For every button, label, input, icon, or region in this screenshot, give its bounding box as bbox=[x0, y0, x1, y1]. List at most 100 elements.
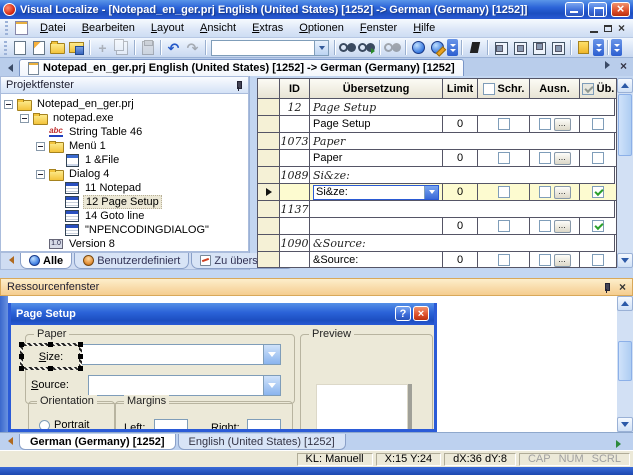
align-bottom-icon[interactable] bbox=[548, 39, 567, 56]
row-selector[interactable] bbox=[258, 252, 280, 268]
schr-checkbox[interactable] bbox=[498, 118, 510, 130]
tab-benutzerdefiniert[interactable]: Benutzerdefiniert bbox=[74, 253, 189, 269]
dialog-close-button[interactable]: × bbox=[413, 306, 429, 321]
tab-scroll-left-button[interactable] bbox=[4, 61, 17, 74]
tree-expander-icon[interactable] bbox=[36, 142, 45, 151]
row-selector[interactable] bbox=[258, 218, 280, 235]
tree-item[interactable]: Version 8 bbox=[1, 237, 248, 251]
tab-english[interactable]: English (United States) [1252] bbox=[178, 434, 346, 450]
dialog-preview[interactable]: Page Setup ? × Paper Size: Source: Previ… bbox=[8, 303, 437, 432]
cell-limit[interactable]: 0 bbox=[443, 252, 478, 268]
row-selector[interactable] bbox=[258, 167, 280, 184]
table-row[interactable]: 0... bbox=[258, 218, 617, 235]
dialog-help-button[interactable]: ? bbox=[395, 306, 411, 321]
header-ub[interactable]: Üb. bbox=[580, 79, 617, 99]
ellipsis-button[interactable]: ... bbox=[554, 118, 571, 131]
tab-order-icon[interactable] bbox=[574, 39, 593, 56]
save-all-icon[interactable] bbox=[67, 39, 86, 56]
panel-tab-scroll-left-button[interactable] bbox=[5, 253, 18, 266]
document-tab[interactable]: Notepad_en_ger.prj English (United State… bbox=[19, 59, 464, 76]
globe-edit-icon[interactable] bbox=[428, 39, 447, 56]
table-row[interactable]: Si&ze:0... bbox=[258, 184, 617, 201]
header-schr-checkbox[interactable] bbox=[483, 83, 495, 95]
cell-limit[interactable]: 0 bbox=[443, 150, 478, 167]
header-schr[interactable]: Schr. bbox=[478, 79, 530, 99]
size-label-selected[interactable]: Size: bbox=[20, 343, 82, 370]
header-limit[interactable]: Limit bbox=[443, 79, 478, 99]
tab-close-button[interactable]: × bbox=[620, 61, 627, 71]
header-uebersetzung[interactable]: Übersetzung bbox=[310, 79, 443, 99]
table-scrollbar-thumb[interactable] bbox=[618, 94, 632, 156]
dialog-test-icon[interactable] bbox=[465, 39, 484, 56]
left-margin-input[interactable] bbox=[154, 419, 188, 432]
overflow-icon[interactable] bbox=[611, 39, 622, 56]
radio-icon[interactable] bbox=[39, 420, 50, 431]
tree-item[interactable]: Menü 1 bbox=[1, 139, 248, 153]
scroll-up-icon[interactable] bbox=[617, 296, 633, 311]
menu-layout[interactable]: Layout bbox=[143, 20, 192, 36]
cell-translation[interactable]: Si&ze: bbox=[310, 184, 443, 201]
table-row[interactable]: Paper0... bbox=[258, 150, 617, 167]
cell-limit[interactable]: 0 bbox=[443, 218, 478, 235]
chevron-down-icon[interactable] bbox=[263, 376, 280, 395]
row-selector[interactable] bbox=[258, 235, 280, 252]
source-combobox[interactable] bbox=[88, 375, 281, 396]
ub-checkbox[interactable] bbox=[592, 220, 604, 232]
find-icon[interactable] bbox=[338, 39, 357, 56]
cell-translation[interactable]: Page Setup bbox=[310, 116, 443, 133]
pin-icon[interactable] bbox=[234, 81, 243, 90]
mdi-minimize-button[interactable] bbox=[590, 31, 598, 33]
row-selector[interactable] bbox=[258, 150, 280, 167]
ub-checkbox[interactable] bbox=[592, 186, 604, 198]
ausn-checkbox[interactable] bbox=[539, 118, 551, 130]
row-selector[interactable] bbox=[258, 201, 280, 218]
ellipsis-button[interactable]: ... bbox=[554, 220, 571, 233]
tree-expander-icon[interactable] bbox=[36, 170, 45, 179]
menu-datei[interactable]: Datei bbox=[32, 20, 74, 36]
table-scrollbar[interactable] bbox=[617, 78, 633, 268]
schr-checkbox[interactable] bbox=[498, 220, 510, 232]
ub-checkbox[interactable] bbox=[592, 152, 604, 164]
schr-checkbox[interactable] bbox=[498, 186, 510, 198]
menu-ansicht[interactable]: Ansicht bbox=[192, 20, 244, 36]
chevron-down-icon[interactable] bbox=[263, 345, 280, 364]
table-row[interactable]: 1073Paper bbox=[258, 133, 617, 150]
tree-item[interactable]: Dialog 4 bbox=[1, 167, 248, 181]
tree-item[interactable]: 12 Page Setup bbox=[1, 195, 248, 209]
ellipsis-button[interactable]: ... bbox=[554, 152, 571, 165]
cell-limit[interactable]: 0 bbox=[443, 184, 478, 201]
overflow-icon[interactable] bbox=[447, 39, 458, 56]
tree-item[interactable]: String Table 46 bbox=[1, 125, 248, 139]
toolbar-grip[interactable] bbox=[4, 41, 7, 55]
row-selector[interactable] bbox=[258, 133, 280, 150]
tree-item[interactable]: 1 &File bbox=[1, 153, 248, 167]
scroll-down-icon[interactable] bbox=[617, 253, 633, 268]
menu-optionen[interactable]: Optionen bbox=[291, 20, 352, 36]
schr-checkbox[interactable] bbox=[498, 152, 510, 164]
tree-item[interactable]: Notepad_en_ger.prj bbox=[1, 97, 248, 111]
row-selector[interactable] bbox=[258, 184, 280, 201]
table-row[interactable]: 1137 bbox=[258, 201, 617, 218]
restore-button[interactable] bbox=[588, 2, 607, 17]
tree-item[interactable]: "NPENCODINGDIALOG" bbox=[1, 223, 248, 237]
tree-item[interactable]: 11 Notepad bbox=[1, 181, 248, 195]
tree-expander-icon[interactable] bbox=[4, 100, 13, 109]
tab-alle[interactable]: Alle bbox=[20, 253, 72, 269]
new-file-icon[interactable] bbox=[10, 39, 29, 56]
mdi-restore-button[interactable] bbox=[604, 25, 612, 32]
align-right-icon[interactable] bbox=[510, 39, 529, 56]
undo-icon[interactable] bbox=[164, 39, 183, 56]
scroll-down-icon[interactable] bbox=[617, 417, 633, 432]
menu-extras[interactable]: Extras bbox=[244, 20, 291, 36]
table-row[interactable]: &Source:0... bbox=[258, 252, 617, 268]
system-menu-icon[interactable] bbox=[15, 21, 28, 35]
ausn-checkbox[interactable] bbox=[539, 220, 551, 232]
align-top-icon[interactable] bbox=[529, 39, 548, 56]
chevron-down-icon[interactable] bbox=[424, 186, 438, 199]
ausn-checkbox[interactable] bbox=[539, 254, 551, 266]
find-next-icon[interactable] bbox=[357, 39, 376, 56]
pin-icon[interactable] bbox=[602, 283, 611, 292]
tree-item[interactable]: notepad.exe bbox=[1, 111, 248, 125]
scroll-up-icon[interactable] bbox=[617, 78, 633, 93]
align-left-icon[interactable] bbox=[491, 39, 510, 56]
